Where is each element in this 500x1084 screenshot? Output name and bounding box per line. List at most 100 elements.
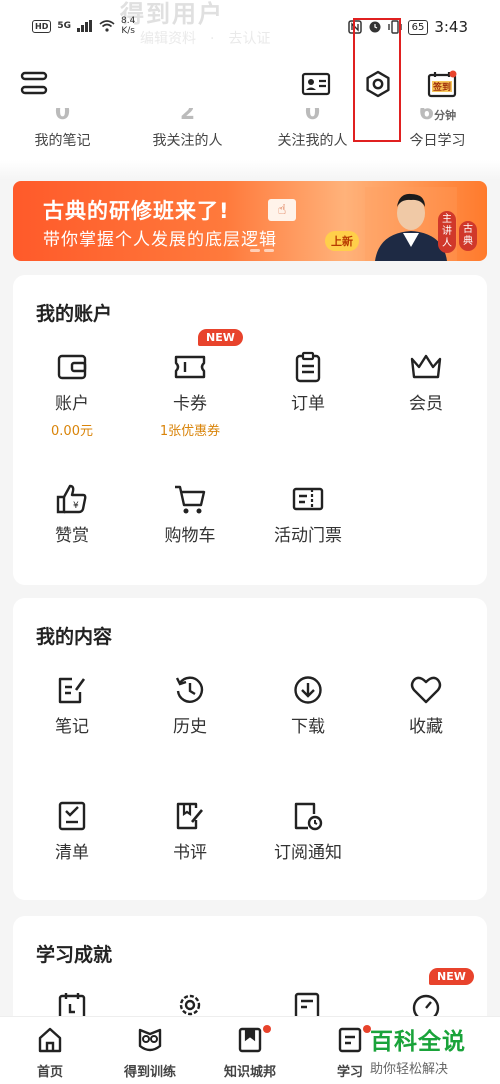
status-left: HD 5G 8.4 K/s <box>32 16 135 36</box>
menu-icon <box>20 71 48 95</box>
content-item-lists[interactable]: 清单 <box>13 798 131 863</box>
grid-label: 赞赏 <box>55 526 89 546</box>
home-icon <box>38 1027 62 1053</box>
account-item-coupons[interactable]: 卡券 1张优惠券 <box>131 349 249 439</box>
grid-label: 清单 <box>55 843 89 863</box>
heart-icon <box>410 676 442 704</box>
grid-label: 购物车 <box>164 526 216 546</box>
my-account-card: 我的账户 账户 0.00元 卡券 1张优惠券 NEW 订单 会员 ¥ 赞赏 购物… <box>13 275 487 585</box>
network-speed: 8.4 K/s <box>121 16 136 36</box>
stat-my-notes[interactable]: 0 我的笔记 <box>0 108 125 160</box>
grid-label: 订阅通知 <box>274 843 342 863</box>
profile-stats: 0 我的笔记 2 我关注的人 0 关注我的人 6分钟 今日学习 <box>0 108 500 160</box>
stat-label: 我关注的人 <box>152 133 223 149</box>
grid-label: 下载 <box>291 717 325 737</box>
status-right: 65 3:43 <box>347 18 468 36</box>
nav-home[interactable]: 首页 <box>0 1025 100 1080</box>
history-icon <box>175 676 204 703</box>
carousel-dots <box>250 249 274 252</box>
nfc-icon <box>347 20 362 34</box>
stat-value: 6分钟 <box>418 108 457 125</box>
menu-button[interactable] <box>16 66 52 102</box>
promo-banner[interactable]: 古典的研修班来了! ☝ 带你掌握个人发展的底层逻辑 上新 主讲人 古典 <box>13 181 487 261</box>
nav-label: 首页 <box>36 1065 63 1080</box>
new-badge: NEW <box>429 968 474 985</box>
grid-label: 会员 <box>409 394 443 414</box>
watermark-logo: 百科全说 助你轻松解决 <box>370 1022 490 1077</box>
stat-label: 今日学习 <box>409 133 466 149</box>
event-ticket-icon <box>292 487 324 511</box>
settings-button[interactable] <box>360 66 396 102</box>
ticket-icon <box>174 355 206 379</box>
status-bar: 得到用户 编辑资料 · 去认证 HD 5G 8.4 K/s 65 3:43 <box>0 0 500 58</box>
content-item-history[interactable]: 历史 <box>131 672 249 737</box>
nav-training[interactable]: 得到训练 <box>100 1025 200 1080</box>
document-search-icon <box>294 992 320 1016</box>
pointer-icon: ☝ <box>268 199 296 221</box>
grid-label: 卡券 <box>173 394 207 414</box>
content-item-downloads[interactable]: 下载 <box>249 672 367 737</box>
grid-label: 订单 <box>291 394 325 414</box>
watermark-subtitle: 助你轻松解决 <box>370 1062 449 1077</box>
grid-label: 历史 <box>173 717 207 737</box>
clock: 3:43 <box>434 18 468 36</box>
grid-label: 收藏 <box>409 717 443 737</box>
alarm-icon <box>369 21 381 33</box>
notification-dot <box>263 1025 271 1033</box>
banner-title: 古典的研修班来了! <box>43 199 230 223</box>
new-badge: NEW <box>198 329 243 346</box>
coupon-count: 1张优惠券 <box>159 424 221 439</box>
nav-label: 知识城邦 <box>223 1065 276 1080</box>
checklist-icon <box>58 801 86 831</box>
clipboard-icon <box>295 351 321 383</box>
owl-icon <box>138 1028 162 1052</box>
nav-knowledge-city[interactable]: 知识城邦 <box>200 1025 300 1080</box>
profile-card-button[interactable] <box>298 66 334 102</box>
network-gen: 5G <box>57 21 71 31</box>
my-content-card: 我的内容 笔记 历史 下载 收藏 清单 书评 订阅通知 <box>13 598 487 900</box>
stat-followers[interactable]: 0 关注我的人 <box>250 108 375 160</box>
account-item-orders[interactable]: 订单 <box>249 349 367 414</box>
download-icon <box>294 676 322 704</box>
username-faded: 得到用户 <box>120 0 224 28</box>
balance-value: 0.00元 <box>51 424 93 439</box>
stat-value: 0 <box>304 108 321 125</box>
checkin-button[interactable]: 签到 <box>424 66 460 102</box>
content-item-notes[interactable]: 笔记 <box>13 672 131 737</box>
account-item-cart[interactable]: 购物车 <box>131 481 249 546</box>
book-review-icon <box>176 802 203 830</box>
grid-label: 账户 <box>55 394 89 414</box>
svg-text:¥: ¥ <box>73 501 79 511</box>
id-card-icon <box>301 72 331 96</box>
nav-label: 得到训练 <box>123 1065 176 1080</box>
stat-following[interactable]: 2 我关注的人 <box>125 108 250 160</box>
wallet-icon <box>57 354 87 380</box>
stat-value: 2 <box>179 108 196 125</box>
section-title: 学习成就 <box>36 944 113 966</box>
crown-icon <box>410 354 442 379</box>
note-edit-icon <box>58 677 86 704</box>
checkin-label: 签到 <box>433 83 452 93</box>
wifi-icon <box>99 20 115 32</box>
settings-icon <box>366 70 390 98</box>
content-item-subscription-notices[interactable]: 订阅通知 <box>249 798 367 863</box>
vibrate-icon <box>387 20 402 34</box>
hd-icon: HD <box>32 19 52 33</box>
account-item-wallet[interactable]: 账户 0.00元 <box>13 349 131 439</box>
stat-value: 0 <box>54 108 71 125</box>
header-fade <box>0 160 500 180</box>
stat-today-study[interactable]: 6分钟 今日学习 <box>375 108 500 160</box>
study-icon <box>338 1027 362 1053</box>
calendar-icon <box>58 993 86 1016</box>
bookmark-icon <box>238 1027 262 1053</box>
account-item-event-tickets[interactable]: 活动门票 <box>249 481 367 546</box>
content-item-book-reviews[interactable]: 书评 <box>131 798 249 863</box>
signal-icon <box>77 20 92 32</box>
new-tag: 上新 <box>325 231 359 251</box>
account-item-membership[interactable]: 会员 <box>367 349 485 414</box>
watermark-title: 百科全说 <box>370 1029 466 1055</box>
account-item-tips[interactable]: ¥ 赞赏 <box>13 481 131 546</box>
content-item-favorites[interactable]: 收藏 <box>367 672 485 737</box>
grid-label: 笔记 <box>55 717 89 737</box>
section-title: 我的内容 <box>36 626 113 648</box>
